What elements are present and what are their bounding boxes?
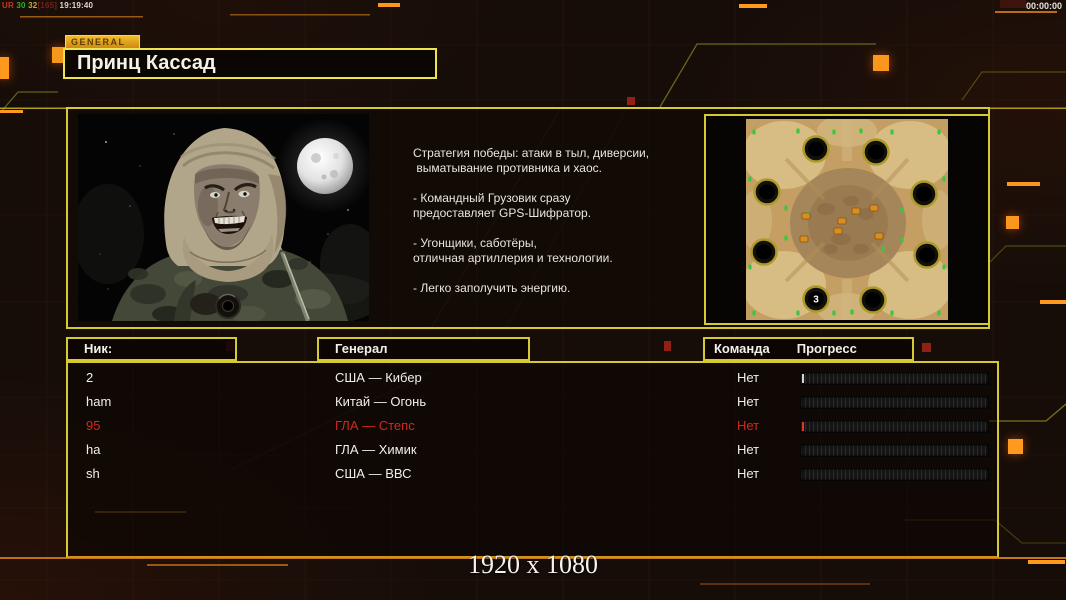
unit-icon	[833, 227, 843, 235]
progress-bar	[800, 396, 989, 409]
debug-segment: UR	[2, 1, 14, 10]
player-nick: ha	[86, 442, 101, 457]
match-timer: 00:00:00	[1025, 1, 1062, 11]
resource-dot-icon	[752, 129, 756, 135]
start-position-label: 3	[813, 295, 819, 306]
debug-readout: UR 30 32[165] 19:19:40	[2, 1, 93, 10]
player-general: ГЛА — Степс	[335, 418, 415, 433]
unit-icon	[837, 217, 847, 225]
resource-dot-icon	[784, 235, 788, 241]
unit-icon	[851, 207, 861, 215]
resolution-label: 1920 x 1080	[468, 550, 598, 579]
player-nick: 95	[86, 418, 101, 433]
debug-segment: 19:19:40	[57, 1, 94, 10]
progress-bar	[800, 420, 989, 433]
player-rows: 2 США — Кибер Нет ham Китай — Огонь Нет 95 ГЛА …	[68, 366, 997, 486]
table-row: 95 ГЛА — Степс Нет	[68, 414, 997, 438]
debug-segment: [165]	[37, 1, 58, 10]
table-row: sh США — ВВС Нет	[68, 462, 997, 486]
unit-icon	[799, 235, 809, 243]
strategy-text: Стратегия победы: атаки в тыл, диверсии,…	[413, 146, 713, 296]
resource-dot-icon	[942, 176, 946, 182]
oil-derrick-icon	[753, 178, 781, 206]
resource-dot-icon	[890, 310, 894, 316]
resource-dot-icon	[900, 207, 904, 213]
resource-dot-icon	[832, 129, 836, 135]
player-general: США — Кибер	[335, 370, 422, 385]
player-general: ГЛА — Химик	[335, 442, 417, 457]
progress-tick	[802, 422, 804, 431]
table-row: ham Китай — Огонь Нет	[68, 390, 997, 414]
strategy-line: Стратегия победы: атаки в тыл, диверсии,	[413, 146, 650, 160]
resource-dot-icon	[748, 176, 752, 182]
resource-dot-icon	[937, 310, 941, 316]
strategy-line: - Угонщики, саботёры,	[413, 236, 537, 250]
player-team: Нет	[737, 442, 760, 457]
portrait-art	[72, 114, 382, 332]
progress-tick	[802, 374, 804, 383]
resource-dot-icon	[890, 129, 894, 135]
resource-dot-icon	[748, 264, 752, 270]
resource-dot-icon	[784, 205, 788, 211]
resource-dot-icon	[859, 128, 863, 134]
progress-bar	[800, 444, 989, 457]
player-team: Нет	[737, 418, 760, 433]
column-header-nick: Ник:	[66, 337, 237, 361]
strategy-line: отличная артиллерия и технологии.	[413, 251, 613, 265]
resource-dot-icon	[937, 129, 941, 135]
general-portrait	[72, 114, 382, 332]
strategy-line: - Командный Грузовик сразу	[413, 191, 571, 205]
player-team: Нет	[737, 394, 760, 409]
oil-derrick-icon	[859, 286, 887, 314]
strategy-line	[413, 176, 713, 191]
oil-derrick-icon	[862, 138, 890, 166]
unit-icon	[874, 232, 884, 240]
player-team: Нет	[737, 466, 760, 481]
player-nick: sh	[86, 466, 100, 481]
table-row: ha ГЛА — Химик Нет	[68, 438, 997, 462]
resource-dot-icon	[900, 237, 904, 243]
unit-icon	[801, 212, 811, 220]
oil-derrick-icon: 3	[802, 285, 830, 313]
resource-dot-icon	[881, 246, 885, 252]
column-header-team-progress: Команда Прогресс	[703, 337, 914, 361]
moon-icon	[277, 118, 373, 214]
resource-dot-icon	[942, 264, 946, 270]
player-nick: ham	[86, 394, 112, 409]
debug-segment: 30	[13, 1, 26, 10]
general-tab: GENERAL	[65, 35, 140, 49]
strategy-line: предоставляет GPS-Шифратор.	[413, 206, 592, 220]
resource-dot-icon	[850, 309, 854, 315]
oil-derrick-icon	[750, 238, 778, 266]
general-name: Принц Кассад	[63, 48, 437, 79]
resource-dot-icon	[796, 310, 800, 316]
player-general: США — ВВС	[335, 466, 412, 481]
strategy-line	[413, 266, 713, 281]
player-team: Нет	[737, 370, 760, 385]
strategy-line	[413, 221, 713, 236]
player-general: Китай — Огонь	[335, 394, 427, 409]
oil-derrick-icon	[910, 180, 938, 208]
resource-dot-icon	[752, 310, 756, 316]
column-header-progress: Прогресс	[796, 341, 857, 356]
resource-dot-icon	[796, 128, 800, 134]
oil-derrick-icon	[913, 241, 941, 269]
player-table-panel: 2 США — Кибер Нет ham Китай — Огонь Нет 95 ГЛА …	[66, 361, 999, 558]
oil-derrick-icon	[802, 135, 830, 163]
minimap-svg: 3	[746, 119, 948, 320]
progress-bar	[800, 372, 989, 385]
column-header-general: Генерал	[317, 337, 530, 361]
unit-icon	[869, 204, 879, 212]
table-row: 2 США — Кибер Нет	[68, 366, 997, 390]
resource-dot-icon	[832, 310, 836, 316]
progress-bar	[800, 468, 989, 481]
player-nick: 2	[86, 370, 94, 385]
column-header-team: Команда	[714, 341, 770, 356]
debug-segment: 32	[25, 1, 38, 10]
strategy-line: - Легко заполучить энергию.	[413, 281, 571, 295]
strategy-line: выматывание противника и хаос.	[413, 161, 602, 175]
